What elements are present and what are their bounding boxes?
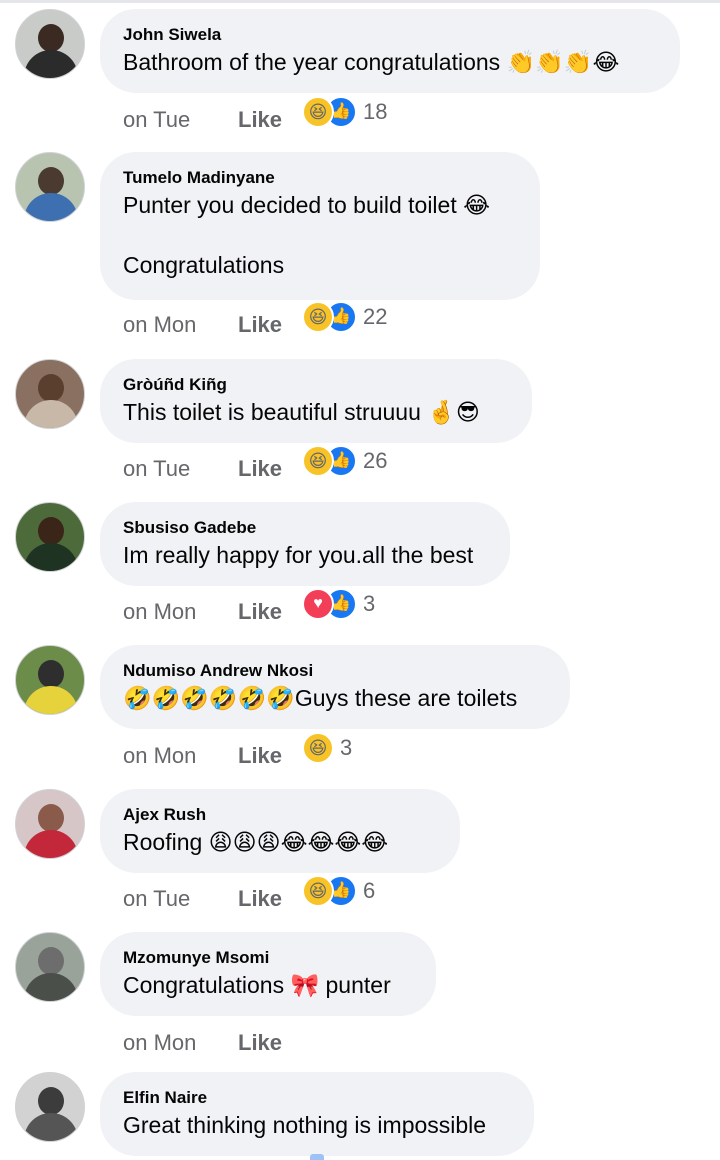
like-button[interactable]: Like [238, 886, 282, 912]
reaction-summary[interactable]: 😆 👍 18 [302, 96, 388, 128]
avatar[interactable] [15, 9, 85, 79]
comment-bubble: John Siwela Bathroom of the year congrat… [100, 9, 680, 93]
like-button[interactable]: Like [238, 599, 282, 625]
reaction-count: 3 [363, 591, 376, 616]
comment-bubble: Gròúñd Kiñg This toilet is beautiful str… [100, 359, 532, 443]
commenter-name[interactable]: Ajex Rush [123, 803, 436, 827]
reaction-summary[interactable]: 😆 👍 22 [302, 301, 388, 333]
comment-actions: on Mon Like [123, 1026, 282, 1060]
like-button[interactable]: Like [238, 312, 282, 338]
comment-text: Great thinking nothing is impossible [123, 1112, 487, 1138]
like-button[interactable]: Like [238, 743, 282, 769]
reaction-count: 18 [363, 99, 388, 124]
comment-actions: on Tue Like 😆 👍 18 [123, 96, 388, 137]
comment-bubble: Elfin Naire Great thinking nothing is im… [100, 1072, 534, 1156]
reaction-summary[interactable]: 😆 👍 6 [302, 875, 375, 907]
reaction-summary[interactable]: ♥ 👍 3 [302, 588, 375, 620]
comment-timestamp[interactable]: on Mon [123, 312, 238, 338]
comment-actions: on Mon Like ♥ 👍 3 [123, 588, 375, 629]
comment-bubble: Ndumiso Andrew Nkosi 🤣🤣🤣🤣🤣🤣Guys these ar… [100, 645, 570, 729]
commenter-name[interactable]: Gròúñd Kiñg [123, 373, 508, 397]
commenter-name[interactable]: Sbusiso Gadebe [123, 516, 486, 540]
comment-timestamp[interactable]: on Mon [123, 1030, 238, 1056]
comment-timestamp[interactable]: on Tue [123, 456, 238, 482]
avatar[interactable] [15, 359, 85, 429]
reaction-count: 6 [363, 878, 376, 903]
commenter-name[interactable]: Tumelo Madinyane [123, 166, 516, 190]
haha-icon: 😆 [302, 445, 335, 477]
avatar[interactable] [15, 789, 85, 859]
like-button[interactable]: Like [238, 107, 282, 133]
avatar[interactable] [15, 152, 85, 222]
haha-icon: 😆 [302, 732, 335, 764]
comment-text: This toilet is beautiful struuuu 🤞😎 [123, 399, 480, 425]
haha-icon: 😆 [302, 875, 335, 907]
avatar[interactable] [15, 932, 85, 1002]
avatar[interactable] [15, 1072, 85, 1142]
like-button[interactable]: Like [238, 1030, 282, 1056]
reaction-summary[interactable]: 😆 👍 26 [302, 445, 388, 477]
scroll-indicator [310, 1154, 324, 1160]
comment-bubble: Tumelo Madinyane Punter you decided to b… [100, 152, 540, 300]
reaction-summary[interactable]: 😆 3 [302, 732, 352, 764]
reaction-count: 26 [363, 448, 388, 473]
comment-text: 🤣🤣🤣🤣🤣🤣Guys these are toilets [123, 685, 518, 711]
top-divider [0, 0, 720, 3]
comment-timestamp[interactable]: on Mon [123, 743, 238, 769]
comment-timestamp[interactable]: on Mon [123, 599, 238, 625]
comment-actions: on Tue Like 😆 👍 26 [123, 445, 388, 486]
comment-text: Roofing 😩😩😩😂😂😂😂 [123, 829, 389, 855]
comment-actions: on Tue Like 😆 👍 6 [123, 875, 375, 916]
comment-timestamp[interactable]: on Tue [123, 886, 238, 912]
comment-timestamp[interactable]: on Tue [123, 107, 238, 133]
comment-text: Bathroom of the year congratulations 👏👏👏… [123, 49, 620, 75]
comment-text: Im really happy for you.all the best [123, 542, 474, 568]
comment-bubble: Sbusiso Gadebe Im really happy for you.a… [100, 502, 510, 586]
reaction-count: 22 [363, 304, 388, 329]
comment-bubble: Ajex Rush Roofing 😩😩😩😂😂😂😂 [100, 789, 460, 873]
avatar[interactable] [15, 502, 85, 572]
avatar[interactable] [15, 645, 85, 715]
commenter-name[interactable]: Ndumiso Andrew Nkosi [123, 659, 546, 683]
comment-text: Congratulations 🎀 punter [123, 972, 391, 998]
comment-bubble: Mzomunye Msomi Congratulations 🎀 punter [100, 932, 436, 1016]
haha-icon: 😆 [302, 301, 335, 333]
comment-actions: on Mon Like 😆 3 [123, 732, 352, 773]
haha-icon: 😆 [302, 96, 335, 128]
reaction-count: 3 [340, 735, 353, 760]
like-button[interactable]: Like [238, 456, 282, 482]
commenter-name[interactable]: Mzomunye Msomi [123, 946, 412, 970]
comment-text: Punter you decided to build toilet 😂 Con… [123, 192, 490, 278]
love-icon: ♥ [302, 588, 335, 620]
commenter-name[interactable]: John Siwela [123, 23, 656, 47]
comment-actions: on Mon Like 😆 👍 22 [123, 301, 388, 342]
commenter-name[interactable]: Elfin Naire [123, 1086, 510, 1110]
